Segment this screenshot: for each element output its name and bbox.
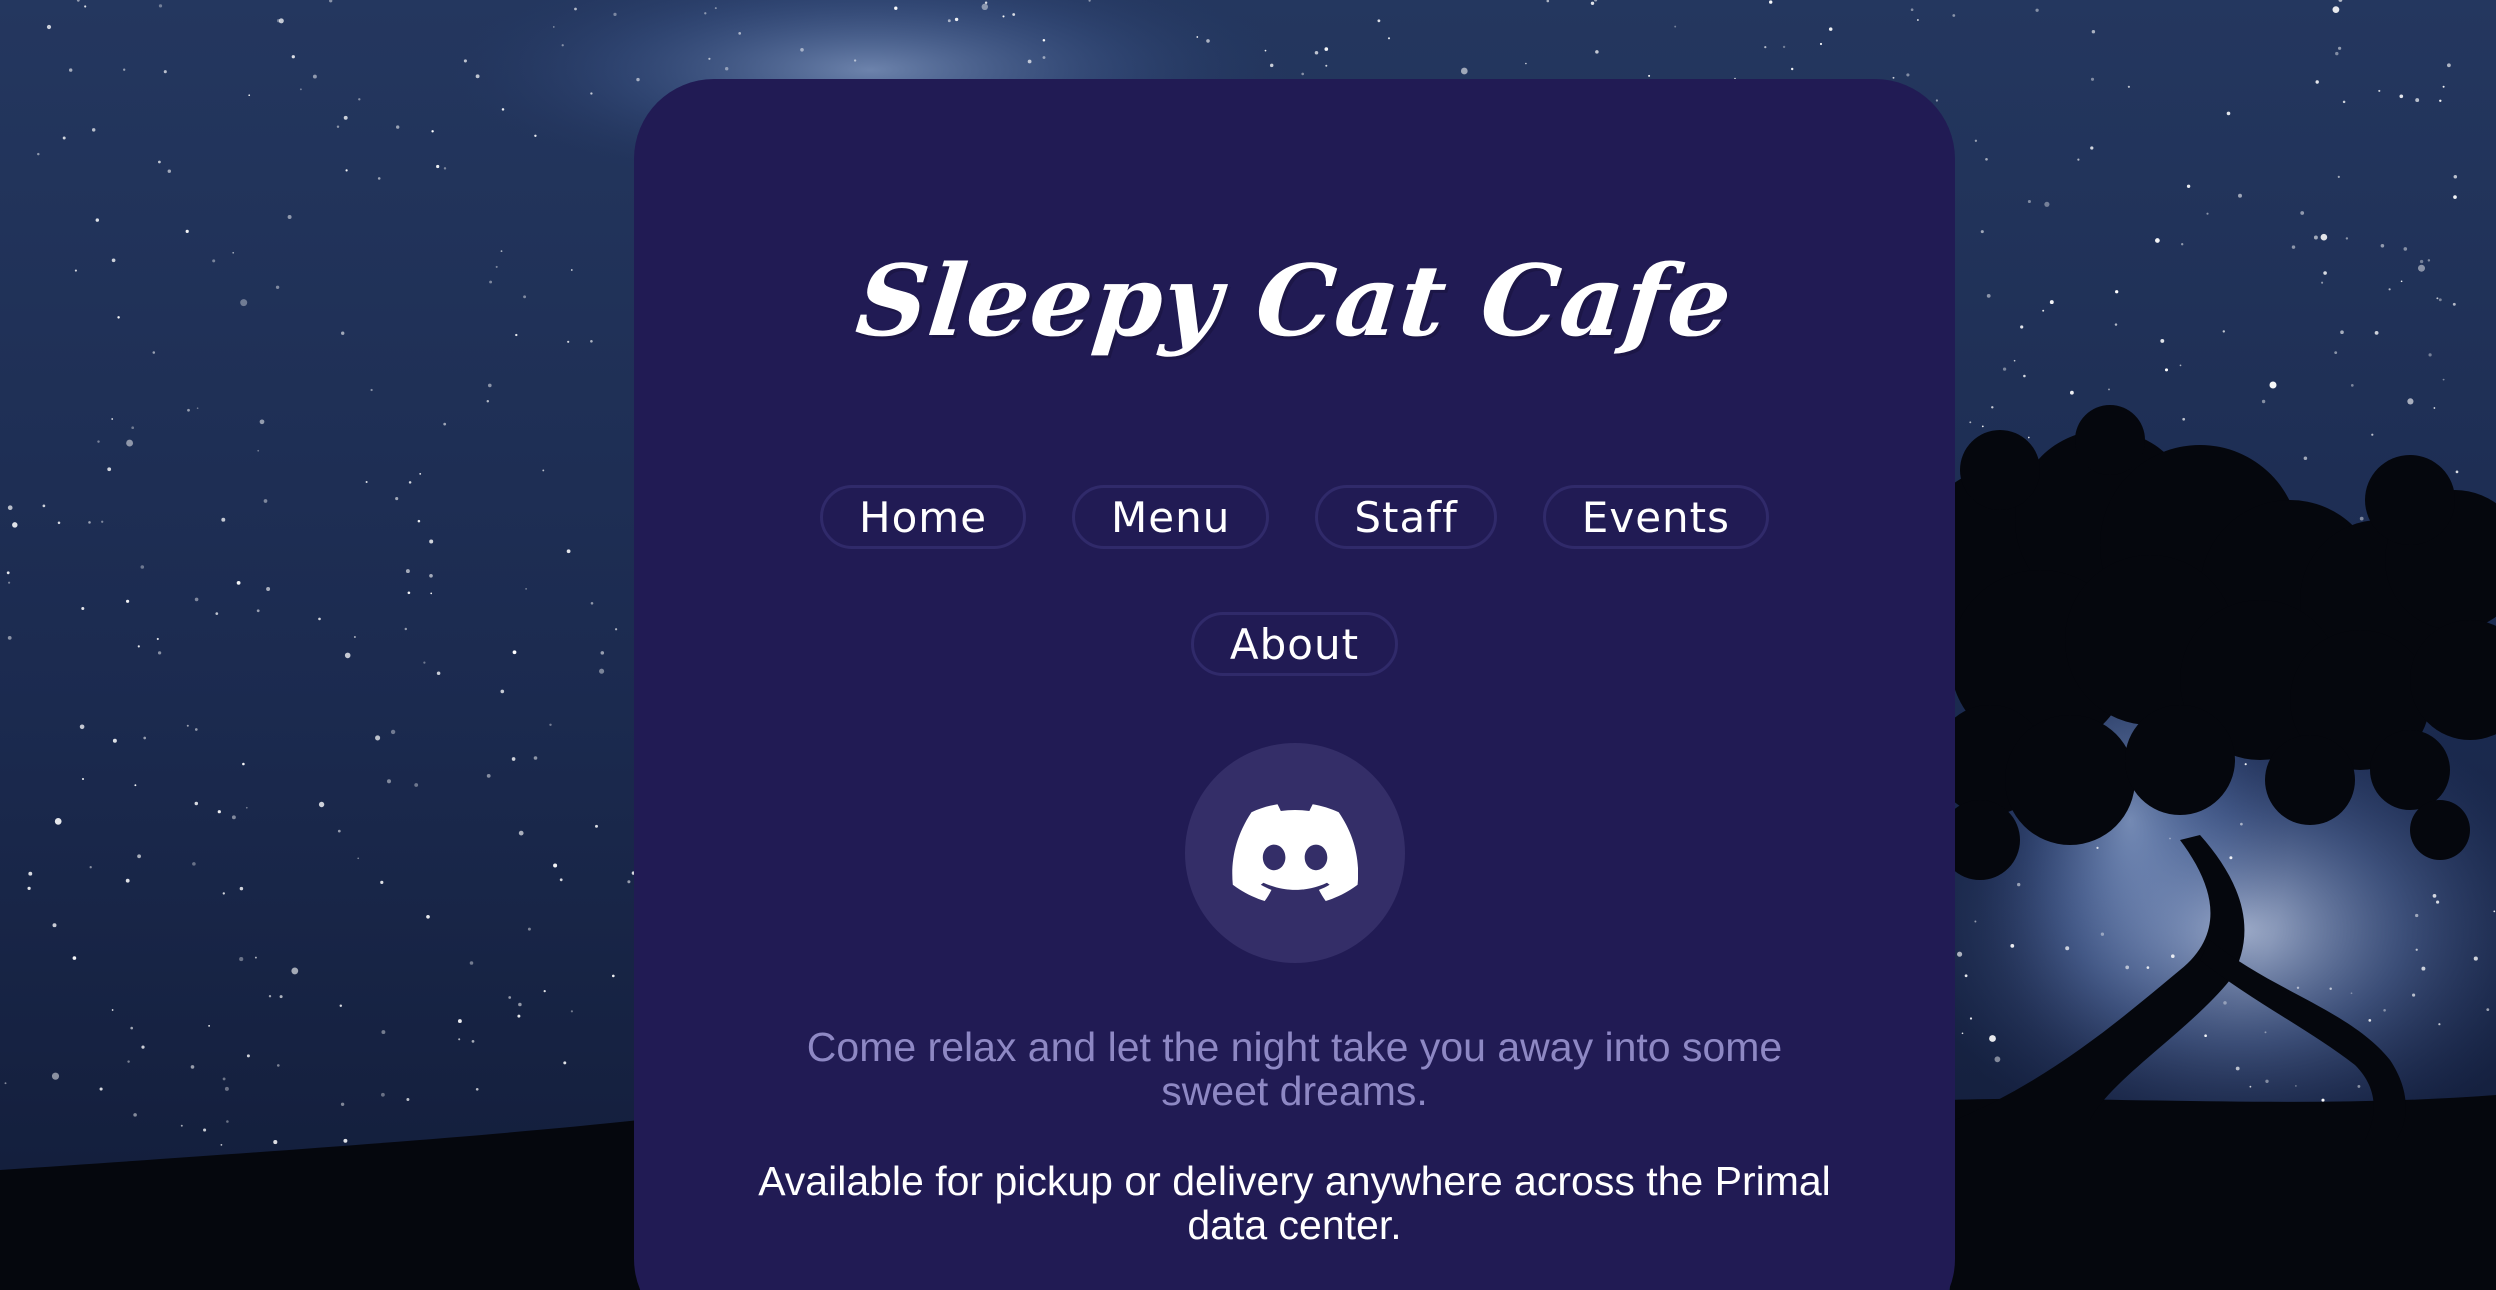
main-card: Sleepy Cat Cafe Home Menu Staff Events A… [634, 79, 1955, 1290]
site-title: Sleepy Cat Cafe [851, 244, 1738, 359]
discord-icon [1232, 804, 1358, 901]
nav-home-link[interactable]: Home [820, 485, 1027, 549]
nav-about-link[interactable]: About [1190, 612, 1399, 676]
nav-menu-link[interactable]: Menu [1072, 485, 1270, 549]
nav-staff-link[interactable]: Staff [1315, 485, 1497, 549]
nav-events-link[interactable]: Events [1542, 485, 1769, 549]
discord-link-button[interactable] [1185, 743, 1405, 963]
availability-text: Available for pickup or delivery anywher… [758, 1158, 1831, 1248]
tagline-text: Come relax and let the night take you aw… [806, 1024, 1783, 1114]
secondary-nav: About [634, 612, 1955, 676]
main-nav: Home Menu Staff Events [634, 485, 1955, 549]
